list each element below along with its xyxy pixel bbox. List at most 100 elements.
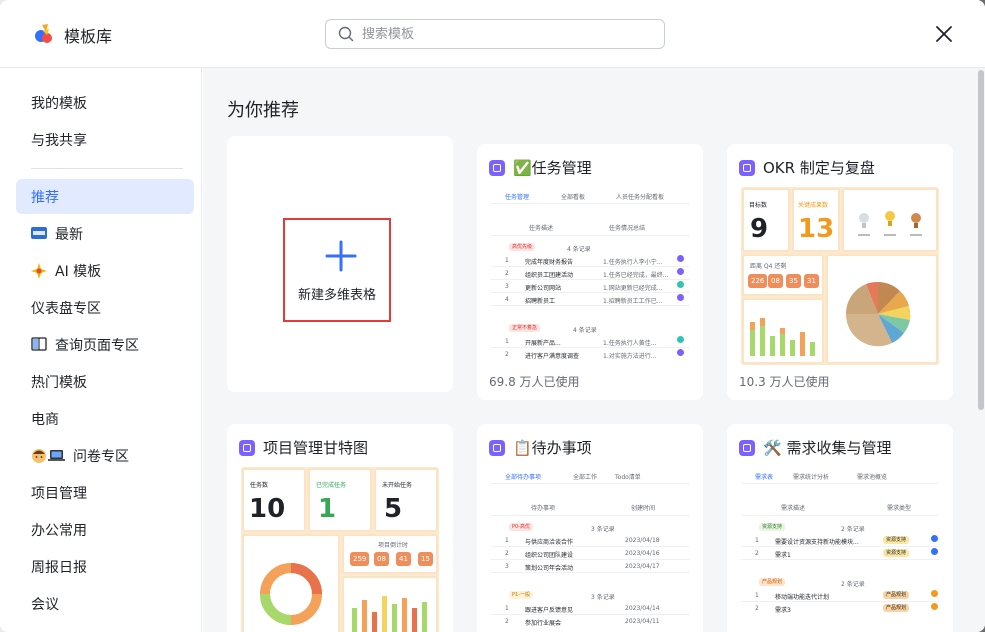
preview-group-tag: 正常不着急 <box>509 324 541 332</box>
template-card-gantt[interactable]: 项目管理甘特图 任务数 10 已完成任务 1 未开始任务 5 项目倒计时 259… <box>227 424 453 632</box>
new-table-card[interactable]: 新建多维表格 <box>227 136 453 392</box>
preview-kpi-value: 1 <box>318 494 337 524</box>
sidebar-item-label: 电商 <box>31 411 59 428</box>
close-icon[interactable] <box>932 22 956 46</box>
preview-countdown: 31 <box>804 274 819 288</box>
preview-pie-chart <box>845 281 911 347</box>
preview-cell: 1.网站更新已经完成... <box>603 285 663 292</box>
card-title: ✅任务管理 <box>513 159 592 177</box>
sidebar-item-label: 会议 <box>31 596 59 613</box>
template-card-requirements[interactable]: 🛠️ 需求收集与管理 需求表 需求统计分析 需求池概览 需求描述 需求类型 资源… <box>727 424 953 632</box>
sidebar-item-label: 热门模板 <box>31 374 87 391</box>
preview-tab: 需求表 <box>755 474 774 481</box>
preview-col-header: 任务情况总结 <box>609 225 646 232</box>
preview-countdown: 226 <box>748 274 768 288</box>
preview-countdown-label: 项目倒计时 <box>378 542 409 549</box>
sidebar-item-dashboard[interactable]: 仪表盘专区 <box>16 290 194 325</box>
sidebar-item-latest[interactable]: 最新 <box>16 216 194 251</box>
preview-tab: 全部待办事项 <box>505 474 542 481</box>
preview-cell: 2023/04/17 <box>625 563 660 570</box>
plus-icon <box>325 240 357 272</box>
main-content: 为你推荐 新建多维表格 ✅任务管理 任务管理 全部看板 人员任务分配看板 任务描… <box>203 68 977 632</box>
card-header: 项目管理甘特图 <box>239 437 368 458</box>
new-table-highlight[interactable]: 新建多维表格 <box>283 218 391 322</box>
preview-cell: 4 <box>505 296 509 303</box>
preview-cell: 2 <box>755 605 759 612</box>
sidebar-item-label: 推荐 <box>31 189 59 206</box>
preview-cell: 参加行业展会 <box>525 620 562 627</box>
content-scrollbar[interactable] <box>977 68 985 632</box>
preview-group-count: 2 条记录 <box>841 581 865 588</box>
search-box[interactable] <box>325 19 665 49</box>
search-input[interactable] <box>362 24 652 44</box>
search-icon <box>338 26 354 42</box>
preview-countdown: 41 <box>396 552 411 566</box>
sidebar-item-recommended[interactable]: 推荐 <box>16 179 194 214</box>
book-icon <box>31 336 49 353</box>
sidebar-item-label: 项目管理 <box>31 485 87 502</box>
sidebar-item-project-management[interactable]: 项目管理 <box>16 475 194 510</box>
preview-type-tag: 产品规划 <box>883 591 910 599</box>
sidebar-item-label: 仪表盘专区 <box>31 300 101 317</box>
preview-countdown: 15 <box>418 552 433 566</box>
preview-cell: 移动端功能迭代计划 <box>775 594 830 601</box>
preview-cell: 2 <box>755 550 759 557</box>
preview-kpi-label: 任务数 <box>250 482 269 489</box>
preview-cell: 1.任务执行人李小宁... <box>603 259 663 266</box>
app-logo-icon <box>35 24 52 43</box>
sidebar-item-ai-templates[interactable]: AI 模板 <box>16 253 194 288</box>
preview-tab: 需求统计分析 <box>793 474 830 481</box>
preview-kpi-label: 目标数 <box>749 202 768 209</box>
preview-countdown: 259 <box>350 552 370 566</box>
template-card-okr[interactable]: OKR 制定与复盘 目标数 9 关键成果数 13 距离 Q4 还剩 226 08… <box>727 144 953 400</box>
sidebar-item-label: 周报日报 <box>31 559 87 576</box>
template-card-todo[interactable]: 📋待办事项 全部待办事项 全部工作 Todo清单 待办事项 创建时间 P0-高优… <box>477 424 703 632</box>
preview-cell: 2023/04/11 <box>625 618 660 625</box>
preview-cell: 1.对实施方法进行... <box>603 353 657 360</box>
sidebar: 我的模板 与我共享 推荐 最新 AI 模板 仪表盘专区 查询页面专区 热门模板 … <box>0 68 202 632</box>
sidebar-item-reports[interactable]: 周报日报 <box>16 549 194 584</box>
sidebar-item-label: 与我共享 <box>31 132 87 149</box>
preview-kpi-label: 已完成任务 <box>316 482 347 489</box>
preview-bar-chart <box>352 596 427 632</box>
preview-countdown: 35 <box>786 274 801 288</box>
preview-cell: 需要设计资源支持新功能模块... <box>775 539 859 546</box>
preview-col-header: 需求类型 <box>887 505 912 512</box>
preview-kpi-value: 10 <box>249 494 286 524</box>
card-usage-count: 69.8 万人已使用 <box>489 375 580 389</box>
card-preview: 需求表 需求统计分析 需求池概览 需求描述 需求类型 资源支持 2 条记录 1 … <box>741 467 939 632</box>
sidebar-item-query-page[interactable]: 查询页面专区 <box>16 327 194 362</box>
preview-group-tag: 高优先级 <box>509 243 536 251</box>
preview-col-header: 创建时间 <box>631 505 656 512</box>
preview-group-tag: P1-一般 <box>509 591 534 599</box>
sidebar-item-meeting[interactable]: 会议 <box>16 586 194 621</box>
preview-cell: 1.招聘新员工工作已... <box>603 298 663 305</box>
preview-bar-chart <box>750 318 815 356</box>
template-badge-icon <box>739 439 755 456</box>
preview-kpi-value: 13 <box>798 214 835 244</box>
preview-cell: 1 <box>505 537 509 544</box>
sidebar-item-office[interactable]: 办公常用 <box>16 512 194 547</box>
preview-cell: 2 <box>505 270 509 277</box>
template-card-task-management[interactable]: ✅任务管理 任务管理 全部看板 人员任务分配看板 任务描述 任务情况总结 高优先… <box>477 144 703 400</box>
preview-cell: 完成年度财务报告 <box>525 259 574 266</box>
sidebar-item-label: 最新 <box>55 226 83 243</box>
card-header: OKR 制定与复盘 <box>739 157 875 178</box>
sidebar-item-my-templates[interactable]: 我的模板 <box>16 85 194 120</box>
preview-cell: 需求1 <box>775 552 791 559</box>
sidebar-item-popular[interactable]: 热门模板 <box>16 364 194 399</box>
preview-group-count: 3 条记录 <box>591 594 615 601</box>
card-title: 📋待办事项 <box>513 439 592 457</box>
preview-kpi-value: 5 <box>384 494 403 524</box>
card-preview: 任务管理 全部看板 人员任务分配看板 任务描述 任务情况总结 高优先级 4 条记… <box>491 187 689 365</box>
preview-countdown-label: 距离 Q4 还剩 <box>750 263 787 270</box>
preview-cell: 1.任务已经完成，最终... <box>603 272 669 279</box>
trophy-icons <box>858 211 922 236</box>
preview-kpi-label: 关键成果数 <box>798 202 829 209</box>
sidebar-item-shared-with-me[interactable]: 与我共享 <box>16 122 194 157</box>
sparkle-icon <box>31 262 49 279</box>
sidebar-item-survey[interactable]: 问卷专区 <box>16 438 194 473</box>
preview-col-header: 任务描述 <box>529 225 554 232</box>
sidebar-item-ecommerce[interactable]: 电商 <box>16 401 194 436</box>
scrollbar-thumb[interactable] <box>978 70 984 410</box>
